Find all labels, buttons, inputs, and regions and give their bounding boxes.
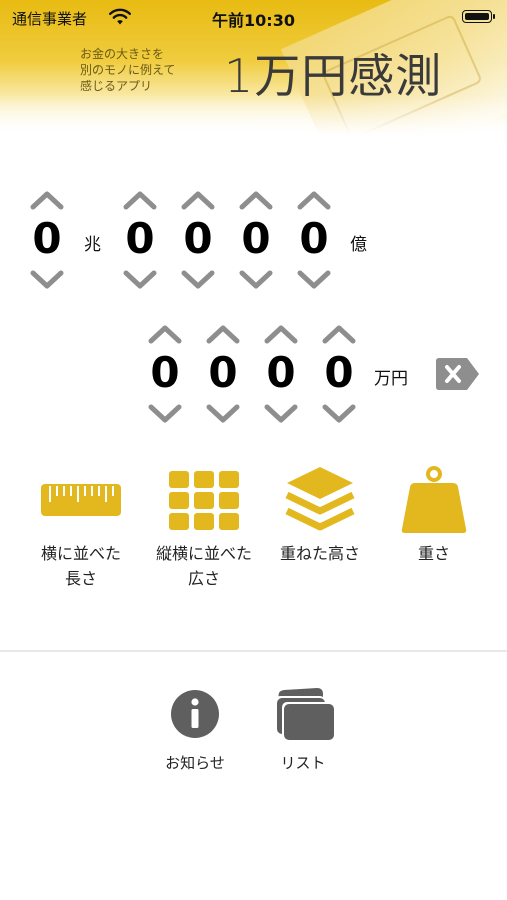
digit-value: 0 [324,348,354,397]
chevron-up-icon[interactable] [294,188,334,212]
list-label: リスト [280,754,326,772]
chevron-down-icon[interactable] [145,402,185,426]
weight-icon [379,465,489,535]
digit-picker-cho: 0 [22,188,72,298]
digit-picker-man-10: 0 [256,322,306,432]
unit-oku: 億 [350,235,367,255]
news-label: お知らせ [165,754,225,772]
tagline-line: お金の大きさを [80,47,165,61]
app-title: 1万円感測 [224,49,443,103]
tagline: お金の大きさを 別のモノに例えて 感じるアプリ [80,46,210,94]
digit-value: 0 [32,214,62,263]
digit-value: 0 [266,348,296,397]
digit-picker-man-100: 0 [198,322,248,432]
chevron-down-icon[interactable] [203,402,243,426]
digit-value: 0 [208,348,238,397]
digit-value: 0 [150,348,180,397]
chevron-down-icon[interactable] [178,268,218,292]
chevron-down-icon[interactable] [261,402,301,426]
mode-weight-button[interactable]: 重さ [379,465,489,566]
status-time: 午前10:30 [212,11,295,30]
info-icon [150,688,240,740]
chevron-down-icon[interactable] [236,268,276,292]
unit-man-yen: 万円 [374,369,408,389]
stack-icon [265,465,375,535]
news-button[interactable]: お知らせ [150,688,240,773]
cards-list-icon [258,688,348,740]
mode-label: 重さ [417,544,450,563]
backspace-clear-icon [436,358,479,390]
chevron-up-icon[interactable] [178,188,218,212]
mode-label: 横に並べた 長さ [40,544,121,588]
chevron-down-icon[interactable] [319,402,359,426]
divider [0,650,507,652]
clear-button[interactable] [435,356,481,392]
chevron-up-icon[interactable] [27,188,67,212]
grid-icon [149,465,259,535]
mode-height-button[interactable]: 重ねた高さ [265,465,375,566]
unit-cho: 兆 [84,235,101,255]
digit-value: 0 [241,214,271,263]
status-bar: 通信事業者 午前10:30 [0,0,507,34]
chevron-up-icon[interactable] [120,188,160,212]
mode-label: 縦横に並べた 広さ [155,544,252,588]
chevron-up-icon[interactable] [145,322,185,346]
digit-picker-man-1000: 0 [140,322,190,432]
battery-icon [462,10,495,23]
list-button[interactable]: リスト [258,688,348,773]
tagline-line: 別のモノに例えて [80,63,176,77]
digit-value: 0 [183,214,213,263]
app-header: 通信事業者 午前10:30 お金の大きさを 別のモノに例えて 感じるアプリ 1万… [0,0,507,135]
digit-picker-man-1: 0 [314,322,364,432]
chevron-up-icon[interactable] [236,188,276,212]
mode-length-button[interactable]: 横に並べた 長さ [26,465,136,591]
digit-picker-oku-100: 0 [173,188,223,298]
tagline-line: 感じるアプリ [80,79,153,93]
chevron-up-icon[interactable] [261,322,301,346]
mode-area-button[interactable]: 縦横に並べた 広さ [149,465,259,591]
chevron-up-icon[interactable] [319,322,359,346]
digit-picker-oku-1000: 0 [115,188,165,298]
digit-value: 0 [299,214,329,263]
digit-picker-oku-1: 0 [289,188,339,298]
digit-picker-oku-10: 0 [231,188,281,298]
chevron-down-icon[interactable] [294,268,334,292]
chevron-down-icon[interactable] [120,268,160,292]
chevron-up-icon[interactable] [203,322,243,346]
chevron-down-icon[interactable] [27,268,67,292]
mode-label: 重ねた高さ [279,544,360,563]
digit-value: 0 [125,214,155,263]
ruler-icon [26,465,136,535]
